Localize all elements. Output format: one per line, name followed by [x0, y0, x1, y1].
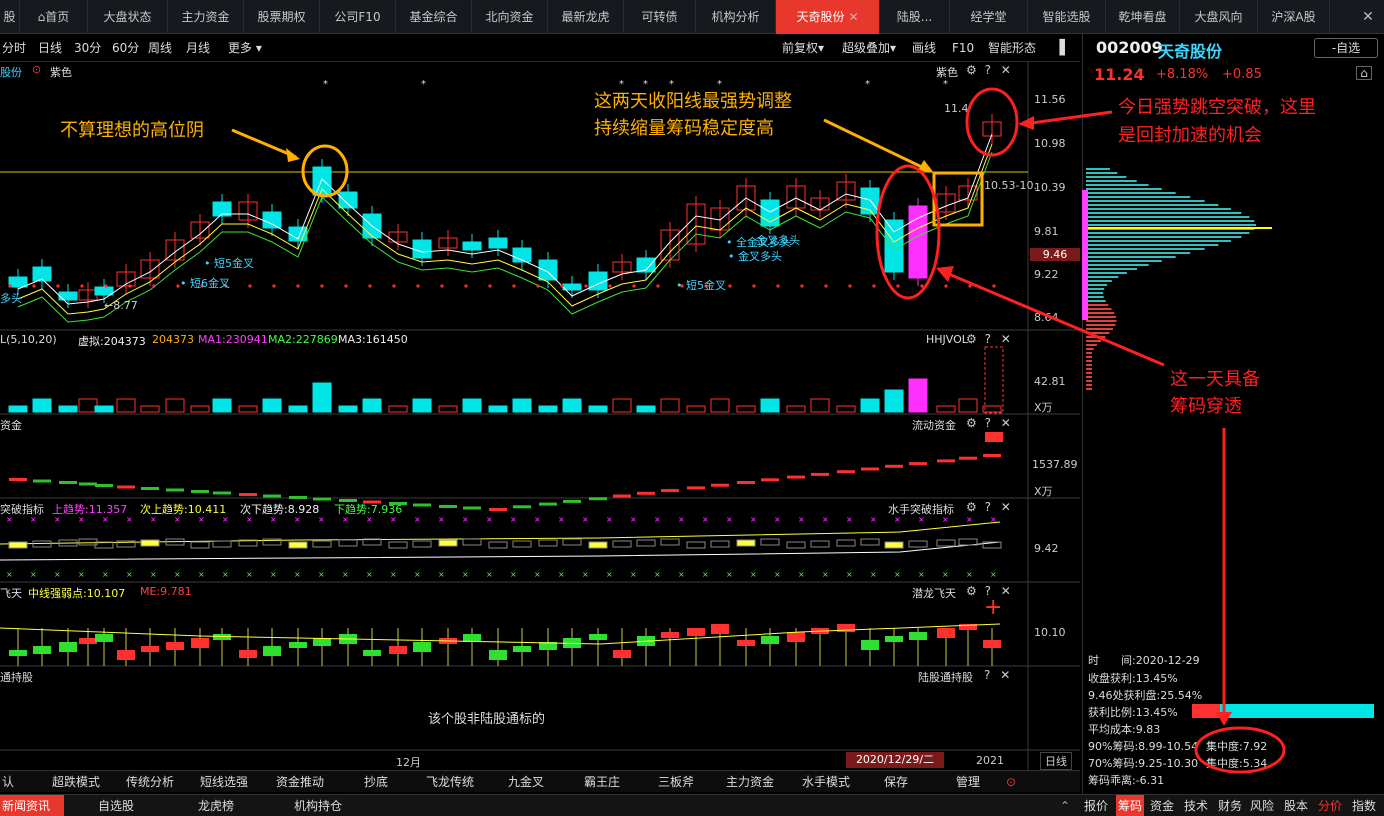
arrow-head: [286, 148, 300, 162]
arrow-head: [1216, 712, 1232, 726]
annotation-two-days-2: 持续缩量筹码稳定度高: [594, 118, 774, 139]
circle-highlight: [875, 164, 941, 300]
annotation-penetration-2: 筹码穿透: [1170, 396, 1242, 417]
annotation-not-ideal: 不算理想的高位阴: [60, 120, 204, 141]
circle-highlight: [301, 144, 349, 198]
circle-highlight: [965, 87, 1019, 157]
annotation-two-days-1: 这两天收阳线最强势调整: [594, 91, 792, 112]
arrow-line: [943, 270, 1165, 367]
arrow-line: [231, 128, 297, 159]
annotation-breakout-1: 今日强势跳空突破，这里: [1118, 97, 1316, 118]
circle-highlight: [1194, 726, 1286, 774]
arrow-head: [1018, 116, 1034, 130]
arrow-line: [823, 118, 929, 172]
annotation-penetration-1: 这一天具备: [1170, 369, 1260, 390]
box-highlight: [932, 171, 984, 227]
annotation-breakout-2: 是回封加速的机会: [1118, 125, 1262, 146]
arrow-line: [1023, 110, 1113, 126]
